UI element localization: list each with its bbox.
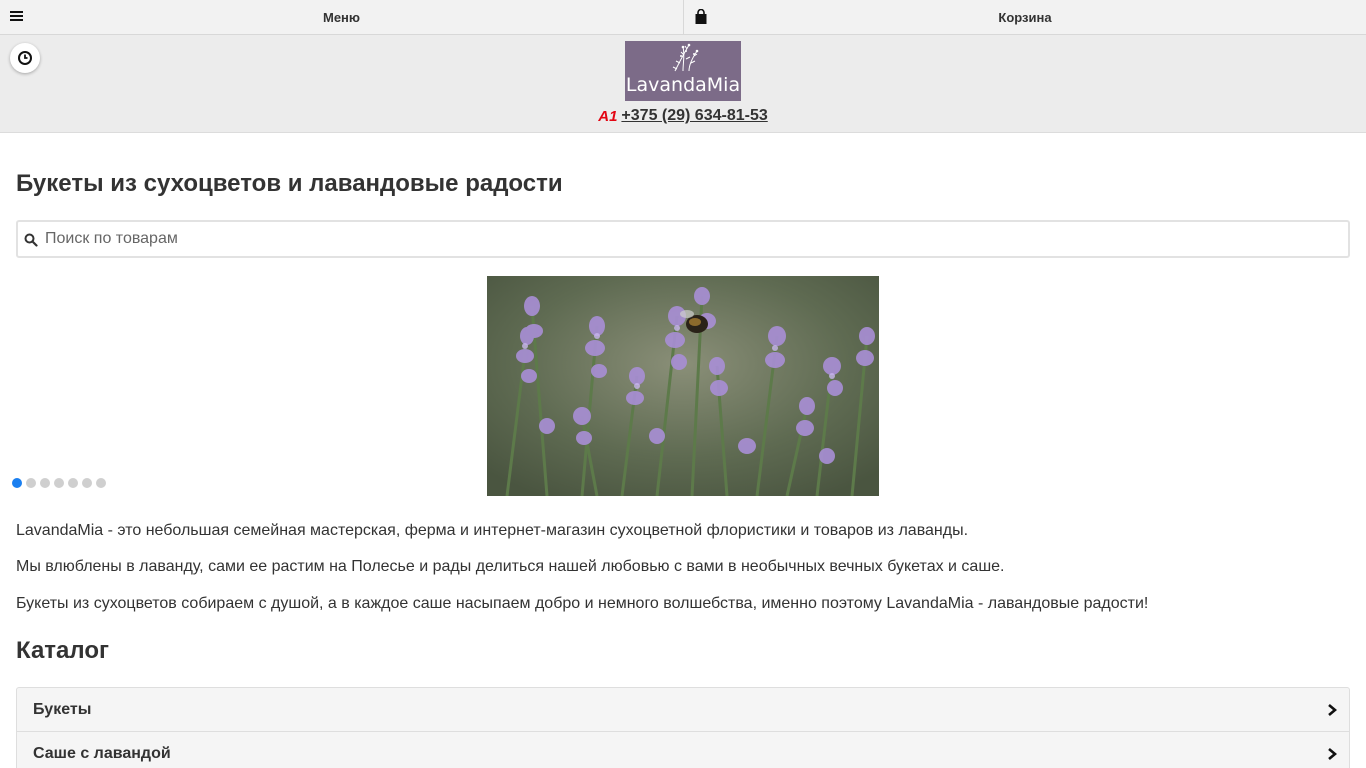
catalog-item-label: Букеты	[33, 700, 92, 718]
hours-button[interactable]	[10, 43, 40, 73]
phone-link[interactable]: +375 (29) 634-81-53	[621, 107, 767, 125]
slider-dot[interactable]	[68, 478, 78, 488]
hero-slider-image[interactable]	[487, 276, 879, 496]
slider-dot[interactable]	[40, 478, 50, 488]
bag-icon	[695, 9, 707, 24]
top-bar: Меню Корзина	[0, 0, 1366, 35]
slider-dot[interactable]	[54, 478, 64, 488]
slider-dot[interactable]	[12, 478, 22, 488]
site-logo[interactable]: LavandaMia	[625, 41, 741, 101]
chevron-right-icon	[1328, 748, 1337, 760]
menu-label: Меню	[322, 9, 360, 25]
catalog-item-label: Саше с лавандой	[33, 744, 171, 762]
about-paragraph: Букеты из сухоцветов собираем с душой, а…	[16, 595, 1149, 612]
cart-label: Корзина	[998, 9, 1052, 25]
clock-icon	[18, 51, 32, 65]
page-title: Букеты из сухоцветов и лавандовые радост…	[16, 170, 563, 197]
lavender-photo	[487, 276, 879, 496]
slider-dot[interactable]	[96, 478, 106, 488]
logo-text: LavandaMia	[625, 74, 741, 96]
slider-dots	[12, 478, 110, 488]
catalog-item-sachets[interactable]: Саше с лавандой	[17, 732, 1349, 768]
slider-dot[interactable]	[26, 478, 36, 488]
cart-button[interactable]: Корзина	[684, 0, 1366, 34]
catalog-item-bouquets[interactable]: Букеты	[17, 688, 1349, 732]
lavender-sprig-icon	[672, 43, 699, 72]
search-icon	[24, 233, 38, 247]
phone-row: A1 +375 (29) 634-81-53	[0, 107, 1366, 125]
search-box[interactable]	[16, 220, 1350, 258]
site-header: LavandaMia A1 +375 (29) 634-81-53	[0, 35, 1366, 133]
menu-icon	[10, 11, 23, 23]
slider-dot[interactable]	[82, 478, 92, 488]
menu-button[interactable]: Меню	[0, 0, 684, 34]
about-paragraph: LavandaMia - это небольшая семейная маст…	[16, 522, 969, 539]
a1-operator-icon: A1	[598, 107, 618, 125]
search-input[interactable]	[45, 222, 1335, 256]
catalog-title: Каталог	[16, 637, 109, 664]
catalog-list: Букеты Саше с лавандой	[16, 687, 1350, 768]
chevron-right-icon	[1328, 704, 1337, 716]
about-paragraph: Мы влюблены в лаванду, сами ее растим на…	[16, 558, 1005, 575]
